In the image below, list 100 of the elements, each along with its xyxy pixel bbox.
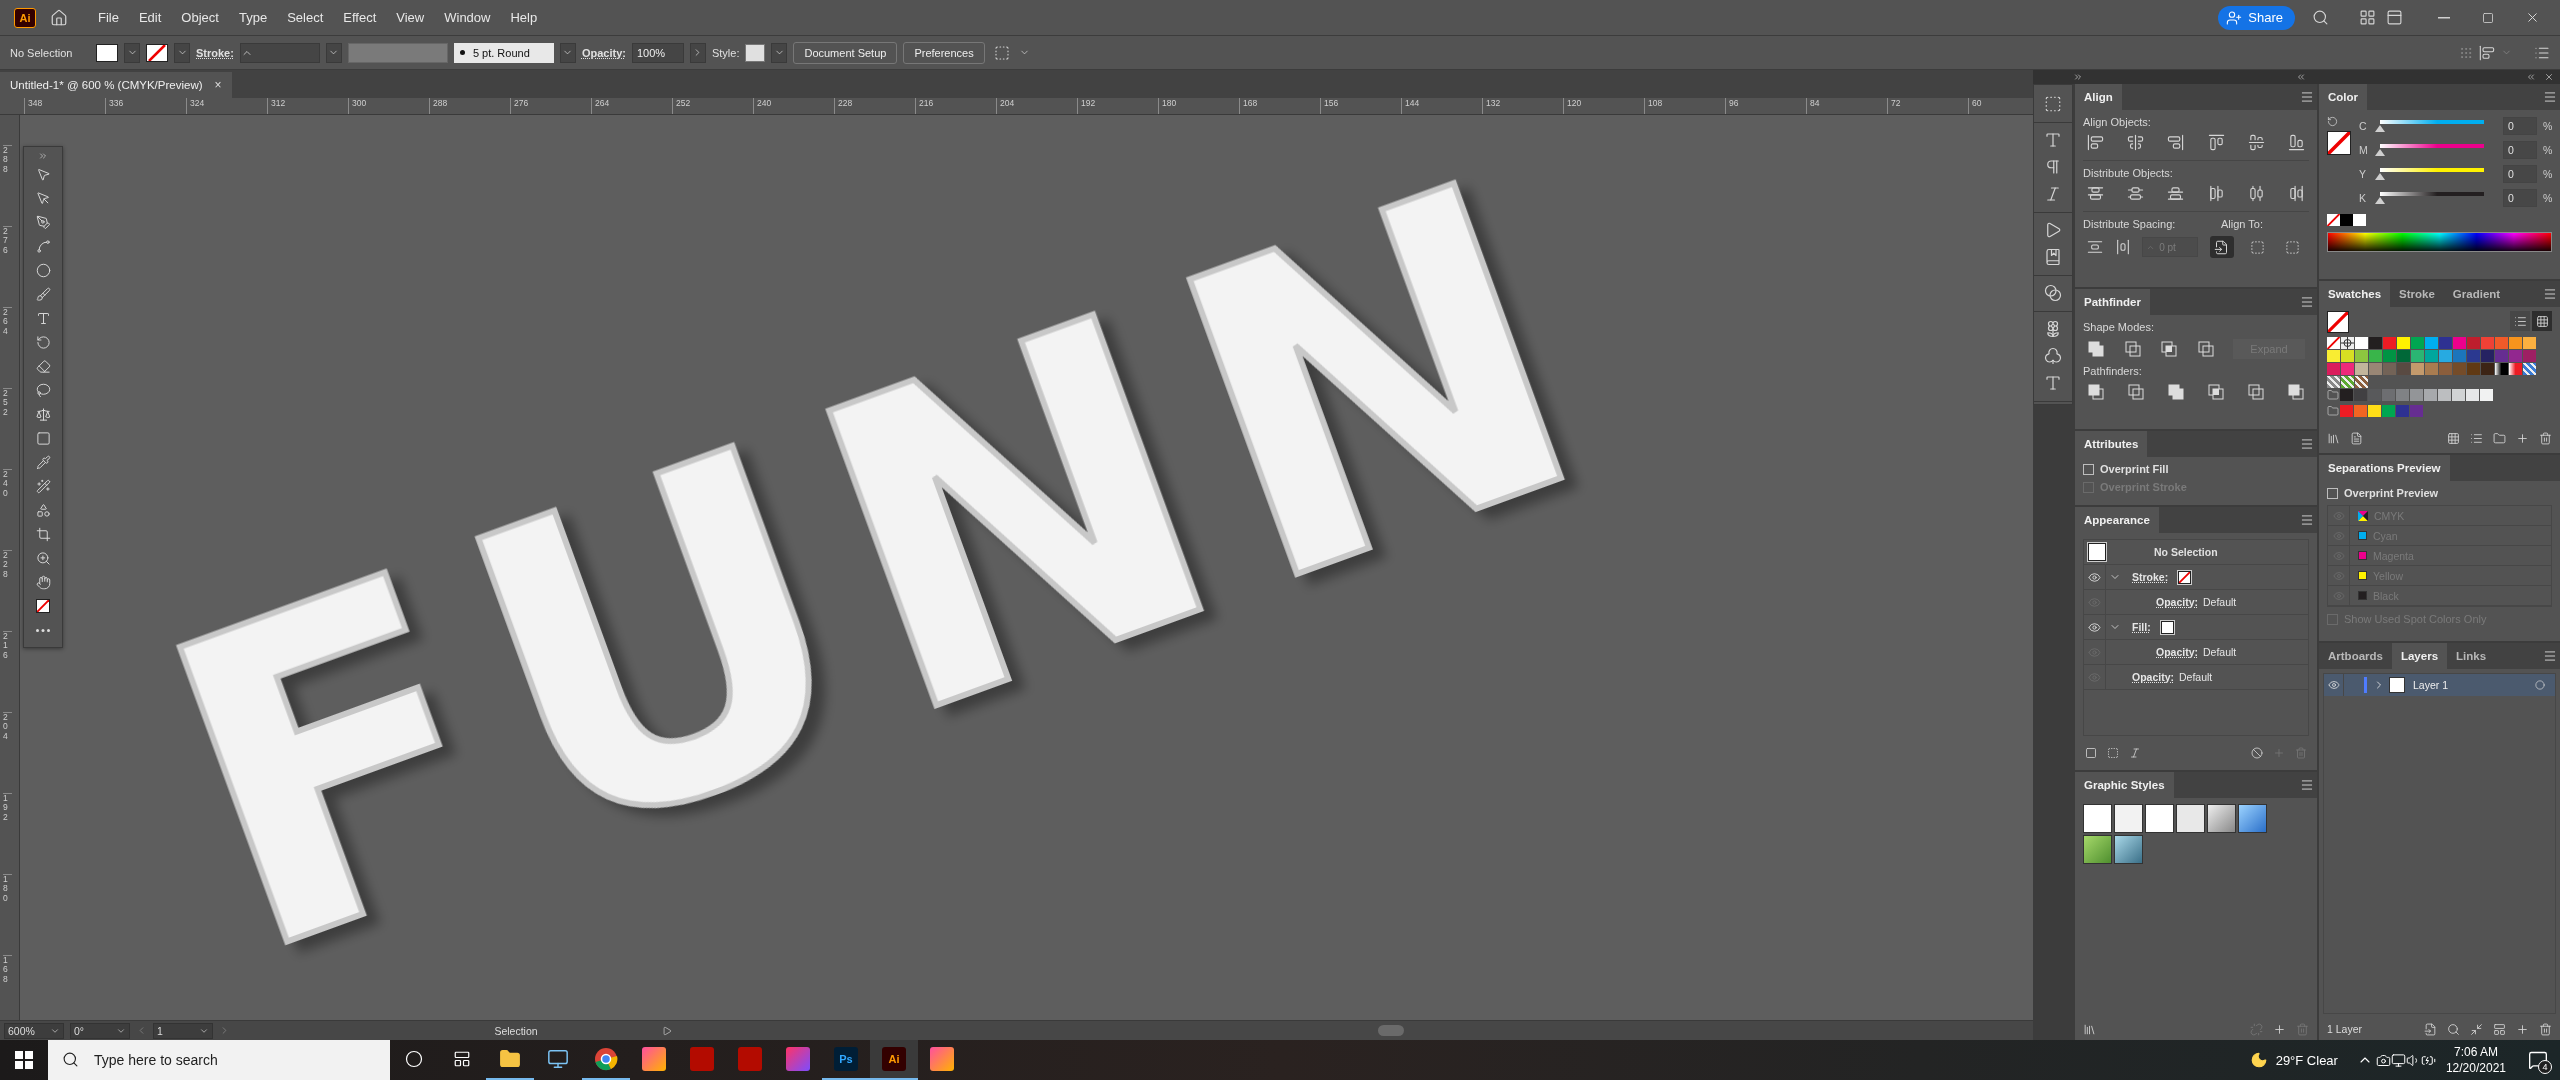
panel-tab[interactable]: Color — [2319, 84, 2368, 110]
menu-item[interactable]: Object — [173, 6, 227, 29]
appearance-label[interactable]: Opacity: — [2124, 646, 2198, 658]
layer-count: 1 Layer — [2327, 1023, 2364, 1035]
ruler-label: 264 — [3, 307, 12, 388]
menu-item[interactable]: Window — [436, 6, 499, 29]
notifications-button[interactable]: 4 — [2516, 1040, 2560, 1080]
taskbar-search-field[interactable]: Type here to search — [48, 1040, 390, 1080]
menu-item[interactable]: File — [90, 6, 127, 29]
appearance-header: No Selection — [2153, 546, 2218, 558]
ruler-label: 156 — [1320, 98, 1401, 114]
appearance-label[interactable]: Opacity: — [2124, 671, 2174, 683]
appearance-label[interactable]: Fill: — [2124, 621, 2151, 633]
style-label: Style: — [711, 46, 740, 59]
ruler-label: 168 — [1239, 98, 1320, 114]
panel-tab[interactable]: Align — [2075, 84, 2122, 110]
channel-label: Y — [2359, 168, 2367, 180]
section-label: Distribute Objects: — [2083, 167, 2174, 179]
channel-value-field[interactable]: 0 — [2503, 117, 2537, 135]
appearance-value: Default — [2203, 646, 2237, 658]
appearance-value: Default — [2203, 596, 2237, 608]
unit-label: % — [2543, 120, 2553, 132]
panel-tab[interactable]: Artboards — [2319, 643, 2392, 669]
panel-tab[interactable]: Separations Preview — [2319, 455, 2450, 481]
control-button[interactable]: Preferences — [903, 41, 985, 64]
channel-value-field[interactable]: 0 — [2503, 165, 2537, 183]
panel-tab[interactable]: Gradient — [2443, 281, 2510, 307]
ruler-label: 192 — [1077, 98, 1158, 114]
panel-tab[interactable]: Graphic Styles — [2075, 772, 2174, 798]
ruler-label: 348 — [24, 98, 105, 114]
brush-field[interactable]: 5 pt. Round — [453, 42, 554, 63]
artboard-field[interactable]: 1 — [153, 1022, 213, 1039]
date-text: 12/20/2021 — [2445, 1060, 2506, 1076]
unit-label: % — [2543, 168, 2553, 180]
ruler-label: 324 — [186, 98, 267, 114]
stroke-label[interactable]: Stroke: — [196, 46, 234, 59]
channel-value-field[interactable]: 0 — [2503, 189, 2537, 207]
ruler-label: 240 — [753, 98, 834, 114]
checkbox-option[interactable]: Overprint Preview — [2327, 487, 2552, 499]
section-label: Distribute Spacing: — [2083, 218, 2176, 230]
ruler-label: 96 — [1725, 98, 1806, 114]
menu-item[interactable]: Effect — [335, 6, 385, 29]
selection-label: No Selection — [10, 46, 74, 59]
ruler-label: 288 — [429, 98, 510, 114]
weather-text[interactable]: 29°F Clear — [2275, 1052, 2338, 1068]
tab-close-button[interactable]: × — [214, 78, 222, 92]
control-button[interactable]: Document Setup — [793, 41, 898, 64]
taskbar-app[interactable]: Ai — [870, 1040, 918, 1080]
menu-item[interactable]: Select — [279, 6, 332, 29]
panel-tab[interactable]: Attributes — [2075, 431, 2148, 457]
opacity-field[interactable]: 100% — [631, 42, 684, 63]
ruler-label: 300 — [348, 98, 429, 114]
ruler-label: 84 — [1806, 98, 1887, 114]
rotation-field[interactable]: 0° — [70, 1022, 130, 1039]
panel-tab[interactable]: Links — [2447, 643, 2496, 669]
zoom-field[interactable]: 600% — [4, 1022, 64, 1039]
appearance-label[interactable]: Opacity: — [2124, 596, 2198, 608]
menu-item[interactable]: Type — [230, 6, 276, 29]
app-logo: Ai — [882, 1047, 906, 1071]
ruler-label: 132 — [1482, 98, 1563, 114]
channel-value-field[interactable]: 0 — [2503, 141, 2537, 159]
app-logo: Ps — [834, 1047, 858, 1071]
menu-item[interactable]: Edit — [130, 6, 170, 29]
ruler-label: 288 — [3, 145, 12, 226]
ruler-label: 228 — [3, 550, 12, 631]
unit-label: % — [2543, 192, 2553, 204]
ruler-label: 204 — [996, 98, 1077, 114]
share-button[interactable]: Share — [2218, 5, 2295, 30]
document-title: Untitled-1* @ 600 % (CMYK/Preview) — [10, 79, 203, 91]
ruler-label: 240 — [3, 469, 12, 550]
unit-label: % — [2543, 144, 2553, 156]
panel-tab[interactable]: Layers — [2391, 643, 2448, 669]
document-tab[interactable]: Untitled-1* @ 600 % (CMYK/Preview) × — [0, 72, 232, 98]
app-logo[interactable]: Ai — [14, 7, 36, 28]
ruler-label: 312 — [267, 98, 348, 114]
notification-count: 4 — [2538, 1060, 2552, 1074]
ruler-label: 216 — [3, 631, 12, 712]
ruler-label: 108 — [1644, 98, 1725, 114]
panel-tab[interactable]: Stroke — [2390, 281, 2444, 307]
panel-tab[interactable]: Pathfinder — [2075, 289, 2150, 315]
time-text: 7:06 AM — [2453, 1044, 2498, 1060]
clock[interactable]: 7:06 AM 12/20/2021 — [2435, 1044, 2516, 1076]
ruler-label: 180 — [1158, 98, 1239, 114]
checkbox-option[interactable]: Overprint Fill — [2083, 463, 2309, 475]
ruler-label: 204 — [3, 712, 12, 793]
ruler-label: 72 — [1887, 98, 1968, 114]
menu-item[interactable]: Help — [502, 6, 546, 29]
channel-label: M — [2359, 144, 2369, 156]
ruler-label: 180 — [3, 874, 12, 955]
layer-row[interactable]: Layer 1 — [2324, 674, 2555, 696]
opacity-label[interactable]: Opacity: — [581, 46, 626, 59]
ruler-label: 144 — [1401, 98, 1482, 114]
layer-name: Layer 1 — [2413, 679, 2450, 691]
menu-item[interactable]: View — [388, 6, 433, 29]
channel-label: C — [2359, 120, 2368, 132]
section-label: Align To: — [2221, 218, 2264, 230]
appearance-label[interactable]: Stroke: — [2124, 571, 2169, 583]
ruler-label: 252 — [3, 388, 12, 469]
panel-tab[interactable]: Swatches — [2319, 281, 2391, 307]
panel-tab[interactable]: Appearance — [2075, 507, 2159, 533]
